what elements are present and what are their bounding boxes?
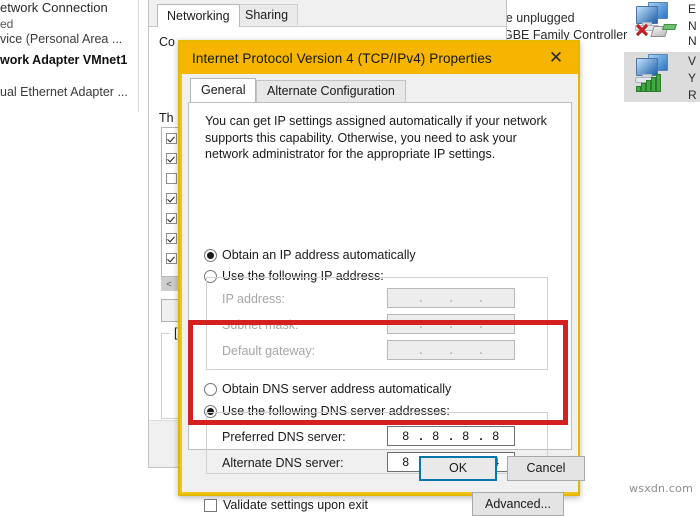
- octet-separator: .: [419, 429, 423, 443]
- octet-separator: .: [449, 429, 453, 443]
- subnet-mask-input[interactable]: . . .: [387, 314, 515, 334]
- octet-separator: .: [449, 343, 453, 357]
- tab-networking[interactable]: Networking: [157, 4, 240, 27]
- red-x-icon: ✕: [634, 20, 650, 40]
- adapter-label-char: N: [688, 19, 697, 33]
- components-label: Th: [159, 111, 174, 125]
- adapter-icon-labels: E N N V Y R: [688, 0, 700, 110]
- network-cable-icon: [650, 23, 677, 37]
- adapter-label-char: N: [688, 34, 697, 48]
- component-checkbox[interactable]: [166, 252, 177, 264]
- dialog-client-area: General Alternate Configuration You can …: [182, 74, 585, 516]
- validate-settings-checkbox[interactable]: [204, 498, 217, 512]
- adapter-name-truncated: work Adapter VMnet1: [0, 53, 128, 67]
- component-checkbox[interactable]: [166, 192, 177, 204]
- dialog-title: Internet Protocol Version 4 (TCP/IPv4) P…: [192, 50, 492, 66]
- radio-label: Obtain an IP address automatically: [222, 248, 416, 262]
- octet-separator: .: [449, 317, 453, 331]
- dialog-tabstrip: General Alternate Configuration: [182, 78, 578, 102]
- watermark: wsxdn.com: [629, 482, 693, 495]
- adapter-name-truncated: etwork Connection: [0, 0, 108, 15]
- default-gateway-input[interactable]: . . .: [387, 340, 515, 360]
- octet-separator: .: [419, 291, 423, 305]
- preferred-dns-label: Preferred DNS server:: [222, 430, 346, 444]
- tcpip4-properties-dialog: Internet Protocol Version 4 (TCP/IPv4) P…: [178, 40, 585, 516]
- octet-separator: .: [449, 291, 453, 305]
- tab-sharing[interactable]: Sharing: [235, 4, 299, 25]
- ip-address-input[interactable]: . . .: [387, 288, 515, 308]
- dialog-title-bar: Internet Protocol Version 4 (TCP/IPv4) P…: [180, 42, 578, 74]
- validate-settings-row[interactable]: Validate settings upon exit: [204, 498, 368, 512]
- octet-2: 8: [432, 429, 440, 443]
- octet-separator: .: [479, 317, 483, 331]
- subnet-mask-label: Subnet mask:: [222, 318, 299, 332]
- component-checkbox[interactable]: [166, 232, 177, 244]
- properties-tabstrip: Networking Sharing: [149, 4, 506, 27]
- ok-button[interactable]: OK: [419, 456, 497, 481]
- validate-settings-label: Validate settings upon exit: [223, 498, 369, 512]
- tab-alternate-configuration[interactable]: Alternate Configuration: [256, 80, 406, 102]
- cancel-button[interactable]: Cancel: [507, 456, 585, 481]
- radio-icon[interactable]: [204, 382, 217, 396]
- adapter-name-truncated: vice (Personal Area ...: [0, 32, 123, 46]
- radio-label: Obtain DNS server address automatically: [222, 382, 452, 396]
- octet-3: 8: [462, 429, 470, 443]
- component-checkbox[interactable]: [166, 132, 177, 144]
- advanced-button[interactable]: Advanced...: [472, 492, 564, 516]
- adapter-status-truncated: ed: [0, 17, 14, 31]
- adapter-name-truncated: ual Ethernet Adapter ...: [0, 85, 128, 99]
- connect-using-label: Co: [159, 35, 175, 49]
- adapter-label-char: E: [688, 2, 697, 16]
- adapter-status-truncated: le unplugged: [503, 11, 575, 25]
- component-checkbox[interactable]: [166, 152, 177, 164]
- radio-obtain-ip-automatically[interactable]: Obtain an IP address automatically: [204, 248, 416, 262]
- preferred-dns-input[interactable]: 8 . 8 . 8 . 8: [387, 426, 515, 446]
- octet-separator: .: [479, 291, 483, 305]
- close-icon[interactable]: ✕: [534, 42, 578, 74]
- tab-general[interactable]: General: [190, 78, 257, 102]
- component-checkbox[interactable]: [166, 172, 177, 184]
- ip-address-label: IP address:: [222, 292, 286, 306]
- component-checkbox[interactable]: [166, 212, 177, 224]
- octet-separator: .: [479, 343, 483, 357]
- adapter-label-char: R: [688, 88, 697, 102]
- intro-text: You can get IP settings assigned automat…: [205, 114, 547, 161]
- octet-separator: .: [419, 317, 423, 331]
- octet-separator: .: [419, 343, 423, 357]
- adapter-label-char: V: [688, 54, 697, 68]
- adapter-list-left: etwork Connection ed vice (Personal Area…: [0, 0, 140, 112]
- octet-1: 8: [402, 429, 410, 443]
- octet-4: 8: [492, 429, 500, 443]
- dialog-action-bar: OK Cancel: [182, 456, 585, 484]
- adapter-label-char: Y: [688, 71, 697, 85]
- list-divider: [138, 0, 139, 112]
- chevron-left-icon[interactable]: <: [162, 278, 176, 290]
- signal-bars-icon: [636, 74, 661, 92]
- octet-separator: .: [479, 429, 483, 443]
- radio-icon[interactable]: [204, 248, 217, 262]
- radio-obtain-dns-automatically[interactable]: Obtain DNS server address automatically: [204, 382, 451, 396]
- default-gateway-label: Default gateway:: [222, 344, 316, 358]
